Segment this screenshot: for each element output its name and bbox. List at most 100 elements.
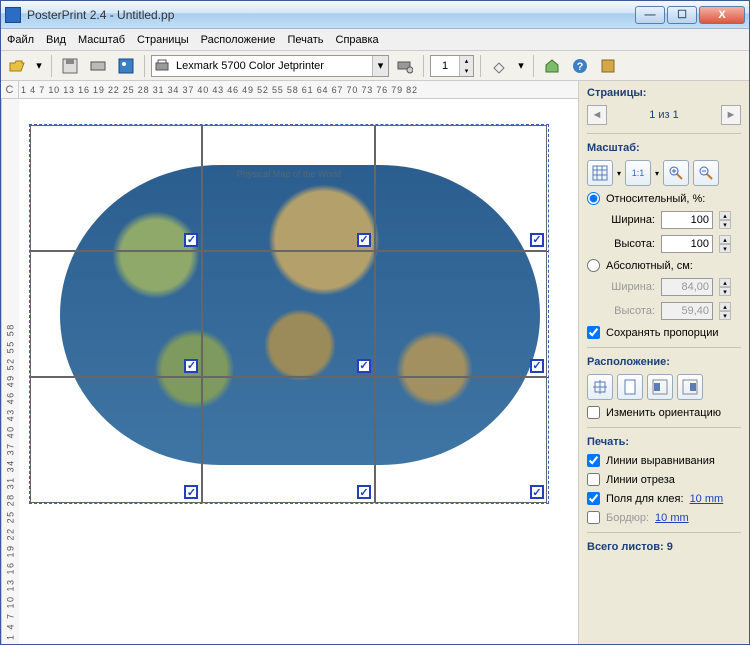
border-label: Бордюр:: [606, 512, 649, 524]
zoom-100-button[interactable]: 1:1: [625, 160, 651, 186]
height-label-abs: Высота:: [603, 305, 655, 317]
glue-margin-link[interactable]: 10 mm: [690, 493, 724, 505]
prev-page-button[interactable]: ◄: [587, 105, 607, 125]
scanner-icon: [90, 58, 106, 74]
spin-up-icon: ▴: [719, 302, 731, 311]
total-sheets-label: Всего листов:: [587, 541, 664, 553]
spin-down-icon[interactable]: ▾: [719, 220, 731, 229]
minimize-button[interactable]: —: [635, 6, 665, 24]
layout-align-right-button[interactable]: [677, 374, 703, 400]
width-label: Ширина:: [603, 214, 655, 226]
open-button[interactable]: [5, 54, 29, 78]
folder-open-icon: [9, 58, 25, 74]
relative-label: Относительный, %:: [606, 193, 705, 205]
printer-icon: [152, 59, 172, 73]
tile-checkbox[interactable]: ✓: [357, 359, 371, 373]
align-left-icon: [652, 379, 668, 395]
menu-print[interactable]: Печать: [287, 34, 323, 46]
window-title: PosterPrint 2.4 - Untitled.pp: [27, 8, 635, 22]
tile-checkbox[interactable]: ✓: [184, 233, 198, 247]
menu-file[interactable]: Файл: [7, 34, 34, 46]
page-number-input[interactable]: [431, 56, 459, 76]
dropdown-arrow-2[interactable]: ▾: [515, 54, 527, 78]
keep-proportions-checkbox[interactable]: [587, 326, 600, 339]
help-button[interactable]: ?: [568, 54, 592, 78]
app-icon: [5, 7, 21, 23]
maximize-button[interactable]: ☐: [667, 6, 697, 24]
tile-checkbox[interactable]: ✓: [184, 359, 198, 373]
home-button[interactable]: [540, 54, 564, 78]
printer-dropdown-icon[interactable]: ▾: [372, 56, 388, 76]
width-label-abs: Ширина:: [603, 281, 655, 293]
next-page-button[interactable]: ►: [721, 105, 741, 125]
printer-gear-icon: [397, 58, 413, 74]
content-area: C 1 4 7 10 13 16 19 22 25 28 31 34 37 40…: [1, 81, 749, 644]
printer-settings-button[interactable]: [393, 54, 417, 78]
rel-width-input[interactable]: [661, 211, 713, 229]
toolbar: ▾ Lexmark 5700 Color Jetprinter ▾ ▴ ▾: [1, 51, 749, 81]
canvas-panel: C 1 4 7 10 13 16 19 22 25 28 31 34 37 40…: [1, 81, 579, 644]
align-right-icon: [682, 379, 698, 395]
spin-down-icon: ▾: [719, 311, 731, 320]
menubar: Файл Вид Масштаб Страницы Расположение П…: [1, 29, 749, 51]
menu-help[interactable]: Справка: [336, 34, 379, 46]
page-down-icon[interactable]: ▾: [459, 66, 473, 76]
spin-down-icon[interactable]: ▾: [719, 244, 731, 253]
save-button[interactable]: [58, 54, 82, 78]
glue-margin-checkbox[interactable]: [587, 492, 600, 505]
keep-proportions-label: Сохранять пропорции: [606, 327, 719, 339]
grid-line-h: [30, 251, 548, 252]
page-up-icon[interactable]: ▴: [459, 56, 473, 66]
pages-section-title: Страницы:: [587, 87, 741, 99]
menu-view[interactable]: Вид: [46, 34, 66, 46]
grid-line-v: [202, 125, 203, 503]
abs-height-input: [661, 302, 713, 320]
absolute-scale-radio[interactable]: [587, 259, 600, 272]
tile-checkbox[interactable]: ✓: [530, 233, 544, 247]
dropdown-icon[interactable]: ▾: [655, 169, 659, 178]
ruler-horizontal: C 1 4 7 10 13 16 19 22 25 28 31 34 37 40…: [1, 81, 578, 99]
page-icon: [622, 379, 638, 395]
canvas[interactable]: Physical Map of the World: [19, 99, 578, 644]
about-button[interactable]: [596, 54, 620, 78]
dropdown-arrow[interactable]: ▾: [33, 54, 45, 78]
zoom-grid-button[interactable]: [587, 160, 613, 186]
dropdown-icon[interactable]: ▾: [617, 169, 621, 178]
printer-combo[interactable]: Lexmark 5700 Color Jetprinter ▾: [151, 55, 389, 77]
page-spinner[interactable]: ▴ ▾: [430, 55, 474, 77]
cut-lines-checkbox[interactable]: [587, 473, 600, 486]
grid-icon: [592, 165, 608, 181]
tile-checkbox[interactable]: ✓: [357, 233, 371, 247]
tile-checkbox[interactable]: ✓: [530, 359, 544, 373]
relative-scale-radio[interactable]: [587, 192, 600, 205]
tile-checkbox[interactable]: ✓: [184, 485, 198, 499]
spin-up-icon[interactable]: ▴: [719, 235, 731, 244]
menu-zoom[interactable]: Масштаб: [78, 34, 125, 46]
layout-align-left-button[interactable]: [647, 374, 673, 400]
erase-button[interactable]: [487, 54, 511, 78]
close-button[interactable]: X: [699, 6, 745, 24]
border-link[interactable]: 10 mm: [655, 512, 689, 524]
diskette-icon: [62, 58, 78, 74]
tile-checkbox[interactable]: ✓: [530, 485, 544, 499]
help-icon: ?: [572, 58, 588, 74]
rotate-checkbox[interactable]: [587, 406, 600, 419]
menu-pages[interactable]: Страницы: [137, 34, 189, 46]
poster-bounds: Physical Map of the World: [29, 124, 549, 504]
layout-page-button[interactable]: [617, 374, 643, 400]
spin-up-icon[interactable]: ▴: [719, 211, 731, 220]
absolute-label: Абсолютный, см:: [606, 260, 693, 272]
image-button[interactable]: [114, 54, 138, 78]
zoom-in-button[interactable]: [663, 160, 689, 186]
border-checkbox[interactable]: [587, 511, 600, 524]
scan-button[interactable]: [86, 54, 110, 78]
menu-layout[interactable]: Расположение: [201, 34, 276, 46]
tile-checkbox[interactable]: ✓: [357, 485, 371, 499]
svg-text:?: ?: [577, 61, 584, 73]
spin-up-icon: ▴: [719, 278, 731, 287]
align-lines-checkbox[interactable]: [587, 454, 600, 467]
rel-height-input[interactable]: [661, 235, 713, 253]
layout-center-button[interactable]: [587, 374, 613, 400]
page-indicator: 1 из 1: [649, 109, 679, 121]
zoom-out-button[interactable]: [693, 160, 719, 186]
